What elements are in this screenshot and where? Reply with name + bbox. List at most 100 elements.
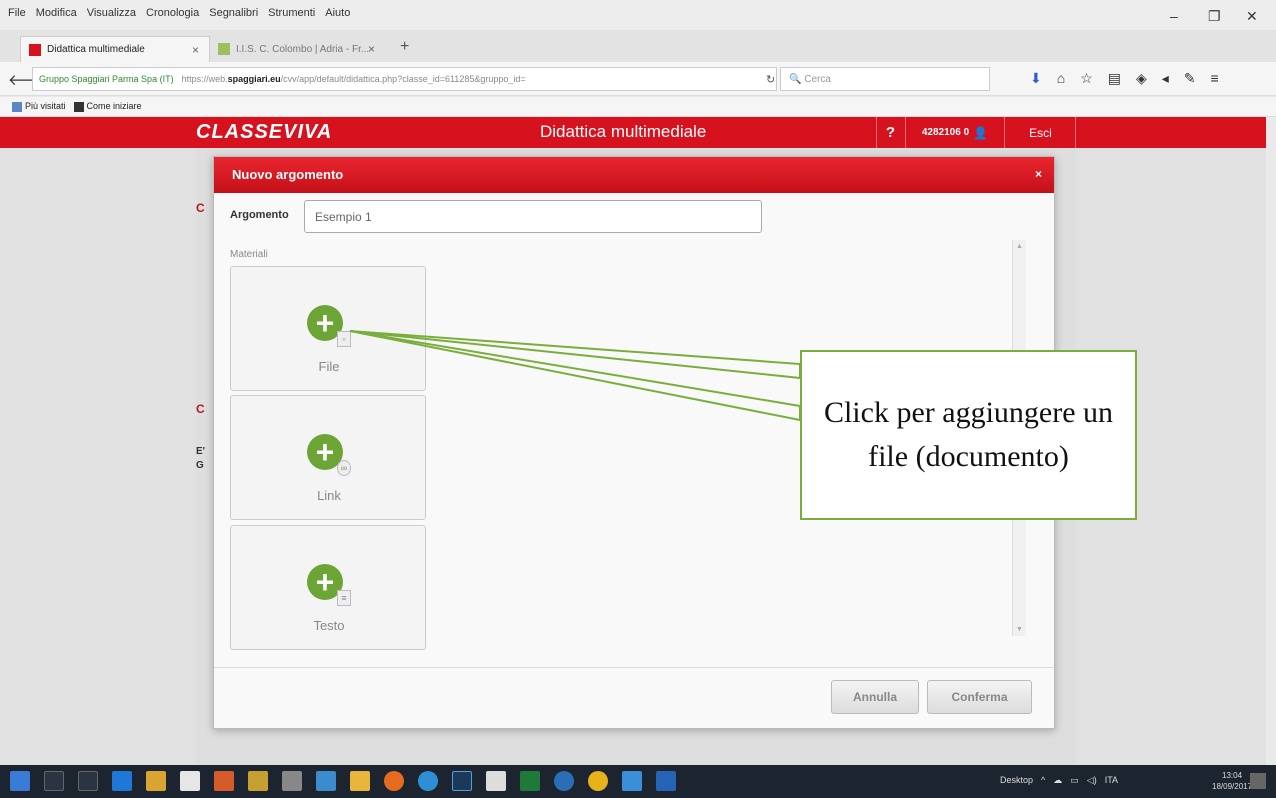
- menu-bar: File Modifica Visualizza Cronologia Segnalib…: [0, 0, 1276, 30]
- word-icon[interactable]: [656, 771, 676, 791]
- edge-browser-icon[interactable]: [112, 771, 132, 791]
- menu-item-cronologia[interactable]: Cronologia: [146, 7, 199, 19]
- mail-icon[interactable]: [486, 771, 506, 791]
- hamburger-menu-icon[interactable]: ≡: [1211, 70, 1219, 87]
- tab-label: Didattica multimediale: [47, 44, 145, 55]
- chrome-icon[interactable]: [418, 771, 438, 791]
- tab-didattica[interactable]: Didattica multimediale ×: [20, 36, 210, 62]
- photoshop-icon[interactable]: [452, 771, 472, 791]
- link-icon: ∞: [337, 460, 351, 476]
- materials-label: Materiali: [230, 249, 268, 260]
- system-tray: Desktop ^ ☁ ▭ ◁) ITA: [1000, 775, 1118, 786]
- library-icon[interactable]: ▤: [1108, 70, 1121, 87]
- background-heading-fragment: C: [196, 402, 205, 416]
- exit-button[interactable]: Esci: [1006, 117, 1076, 148]
- folder-icon: [12, 101, 22, 112]
- taskbar-icons: [10, 771, 676, 791]
- pocket-icon[interactable]: ◈: [1136, 70, 1147, 87]
- app-icon[interactable]: [554, 771, 574, 791]
- share-icon[interactable]: ◂: [1162, 70, 1169, 87]
- download-icon[interactable]: ⬇: [1030, 70, 1042, 87]
- site-identity[interactable]: Gruppo Spaggiari Parma Spa (IT): [39, 74, 174, 84]
- bookmark-most-visited[interactable]: Più visitati: [12, 101, 66, 112]
- toolbar-icons: ⬇ ⌂ ☆ ▤ ◈ ◂ ✎ ≡: [1030, 70, 1219, 87]
- scroll-down-icon[interactable]: ▼: [1016, 626, 1023, 633]
- office-icon[interactable]: [214, 771, 234, 791]
- search-icon[interactable]: [44, 771, 64, 791]
- topic-input[interactable]: Esempio 1: [304, 200, 762, 233]
- file-explorer-icon[interactable]: [146, 771, 166, 791]
- bookmark-star-icon[interactable]: ☆: [1080, 70, 1093, 87]
- task-view-icon[interactable]: [78, 771, 98, 791]
- tab-iis-colombo[interactable]: I.I.S. C. Colombo | Adria - Fr... ×: [210, 36, 385, 62]
- navigation-bar: 🡐 Gruppo Spaggiari Parma Spa (IT) https:…: [0, 62, 1276, 96]
- search-input[interactable]: 🔍 Cerca: [780, 67, 990, 91]
- menu-item-file[interactable]: File: [8, 7, 26, 19]
- scroll-up-icon[interactable]: ▲: [1016, 243, 1023, 250]
- topic-label: Argomento: [230, 209, 289, 221]
- url-path: /cvv/app/default/didattica.php?classe_id…: [280, 74, 526, 84]
- photos-icon[interactable]: [622, 771, 642, 791]
- user-menu-button[interactable]: 4282106 0 👤: [905, 117, 1005, 148]
- menu-item-visualizza[interactable]: Visualizza: [87, 7, 136, 19]
- tab-label: I.I.S. C. Colombo | Adria - Fr...: [236, 43, 370, 55]
- illustrator-icon[interactable]: [248, 771, 268, 791]
- calculator-icon[interactable]: [282, 771, 302, 791]
- background-heading-fragment: C: [196, 201, 205, 215]
- menu-item-aiuto[interactable]: Aiuto: [325, 7, 350, 19]
- user-icon: 👤: [973, 125, 989, 140]
- maximize-icon[interactable]: ❐: [1208, 8, 1221, 25]
- notes-icon[interactable]: [350, 771, 370, 791]
- document-icon: ▫: [337, 331, 351, 347]
- help-button[interactable]: ?: [876, 117, 904, 148]
- close-tab-icon[interactable]: ×: [368, 42, 375, 56]
- modal-title: Nuovo argomento: [232, 167, 344, 182]
- extension-icon[interactable]: ✎: [1184, 70, 1196, 87]
- app-header: CLASSEVIVA Didattica multimediale ? 4282…: [0, 117, 1266, 148]
- store-icon[interactable]: [180, 771, 200, 791]
- modal-header: Nuovo argomento ×: [214, 157, 1054, 193]
- close-tab-icon[interactable]: ×: [192, 43, 199, 57]
- classeviva-logo[interactable]: CLASSEVIVA: [196, 121, 332, 144]
- chrome-canary-icon[interactable]: [588, 771, 608, 791]
- bookmarks-bar: Più visitati Come iniziare: [0, 97, 1276, 117]
- clock[interactable]: 13:04 18/09/2017: [1212, 770, 1252, 792]
- page-scrollbar[interactable]: [1266, 117, 1276, 765]
- back-arrow-icon[interactable]: 🡐: [8, 70, 48, 90]
- tile-label: Link: [317, 488, 341, 503]
- network-tray-icon[interactable]: ▭: [1070, 775, 1079, 786]
- notifications-icon[interactable]: [1250, 773, 1266, 789]
- language-indicator[interactable]: ITA: [1105, 775, 1118, 786]
- menu-item-modifica[interactable]: Modifica: [36, 7, 77, 19]
- bookmark-getting-started[interactable]: Come iniziare: [73, 101, 142, 112]
- dropbox-icon[interactable]: ☁: [1053, 775, 1062, 786]
- volume-icon[interactable]: ◁): [1087, 775, 1097, 786]
- excel-icon[interactable]: [520, 771, 540, 791]
- minimize-icon[interactable]: –: [1170, 8, 1178, 24]
- tile-label: File: [318, 359, 340, 374]
- firefox-icon[interactable]: [384, 771, 404, 791]
- tray-arrow-icon[interactable]: ^: [1041, 775, 1045, 786]
- school-favicon-icon: [218, 43, 230, 55]
- home-icon[interactable]: ⌂: [1057, 70, 1065, 87]
- network-icon[interactable]: [316, 771, 336, 791]
- confirm-button[interactable]: Conferma: [927, 680, 1032, 714]
- add-link-tile[interactable]: + ∞ Link: [230, 395, 426, 520]
- add-file-tile[interactable]: + ▫ File: [230, 266, 426, 391]
- reload-icon[interactable]: ↻: [766, 73, 775, 86]
- instruction-callout: Click per aggiungere un file (documento): [800, 350, 1137, 520]
- url-bar[interactable]: Gruppo Spaggiari Parma Spa (IT) https://…: [32, 67, 777, 91]
- cancel-button[interactable]: Annulla: [831, 680, 919, 714]
- tile-label: Testo: [313, 618, 345, 633]
- menu-list: File Modifica Visualizza Cronologia Segnalib…: [8, 7, 350, 19]
- desktop-toolbar[interactable]: Desktop: [1000, 775, 1033, 786]
- time: 13:04: [1222, 771, 1243, 780]
- new-tab-icon[interactable]: +: [400, 38, 409, 56]
- windows-taskbar: Desktop ^ ☁ ▭ ◁) ITA 13:04 18/09/2017: [0, 765, 1276, 798]
- windows-start-icon[interactable]: [10, 771, 30, 791]
- menu-item-segnalibri[interactable]: Segnalibri: [209, 7, 258, 19]
- add-text-tile[interactable]: + ≡ Testo: [230, 525, 426, 650]
- menu-item-strumenti[interactable]: Strumenti: [268, 7, 315, 19]
- close-window-icon[interactable]: ✕: [1246, 8, 1258, 25]
- close-icon[interactable]: ×: [1035, 167, 1042, 181]
